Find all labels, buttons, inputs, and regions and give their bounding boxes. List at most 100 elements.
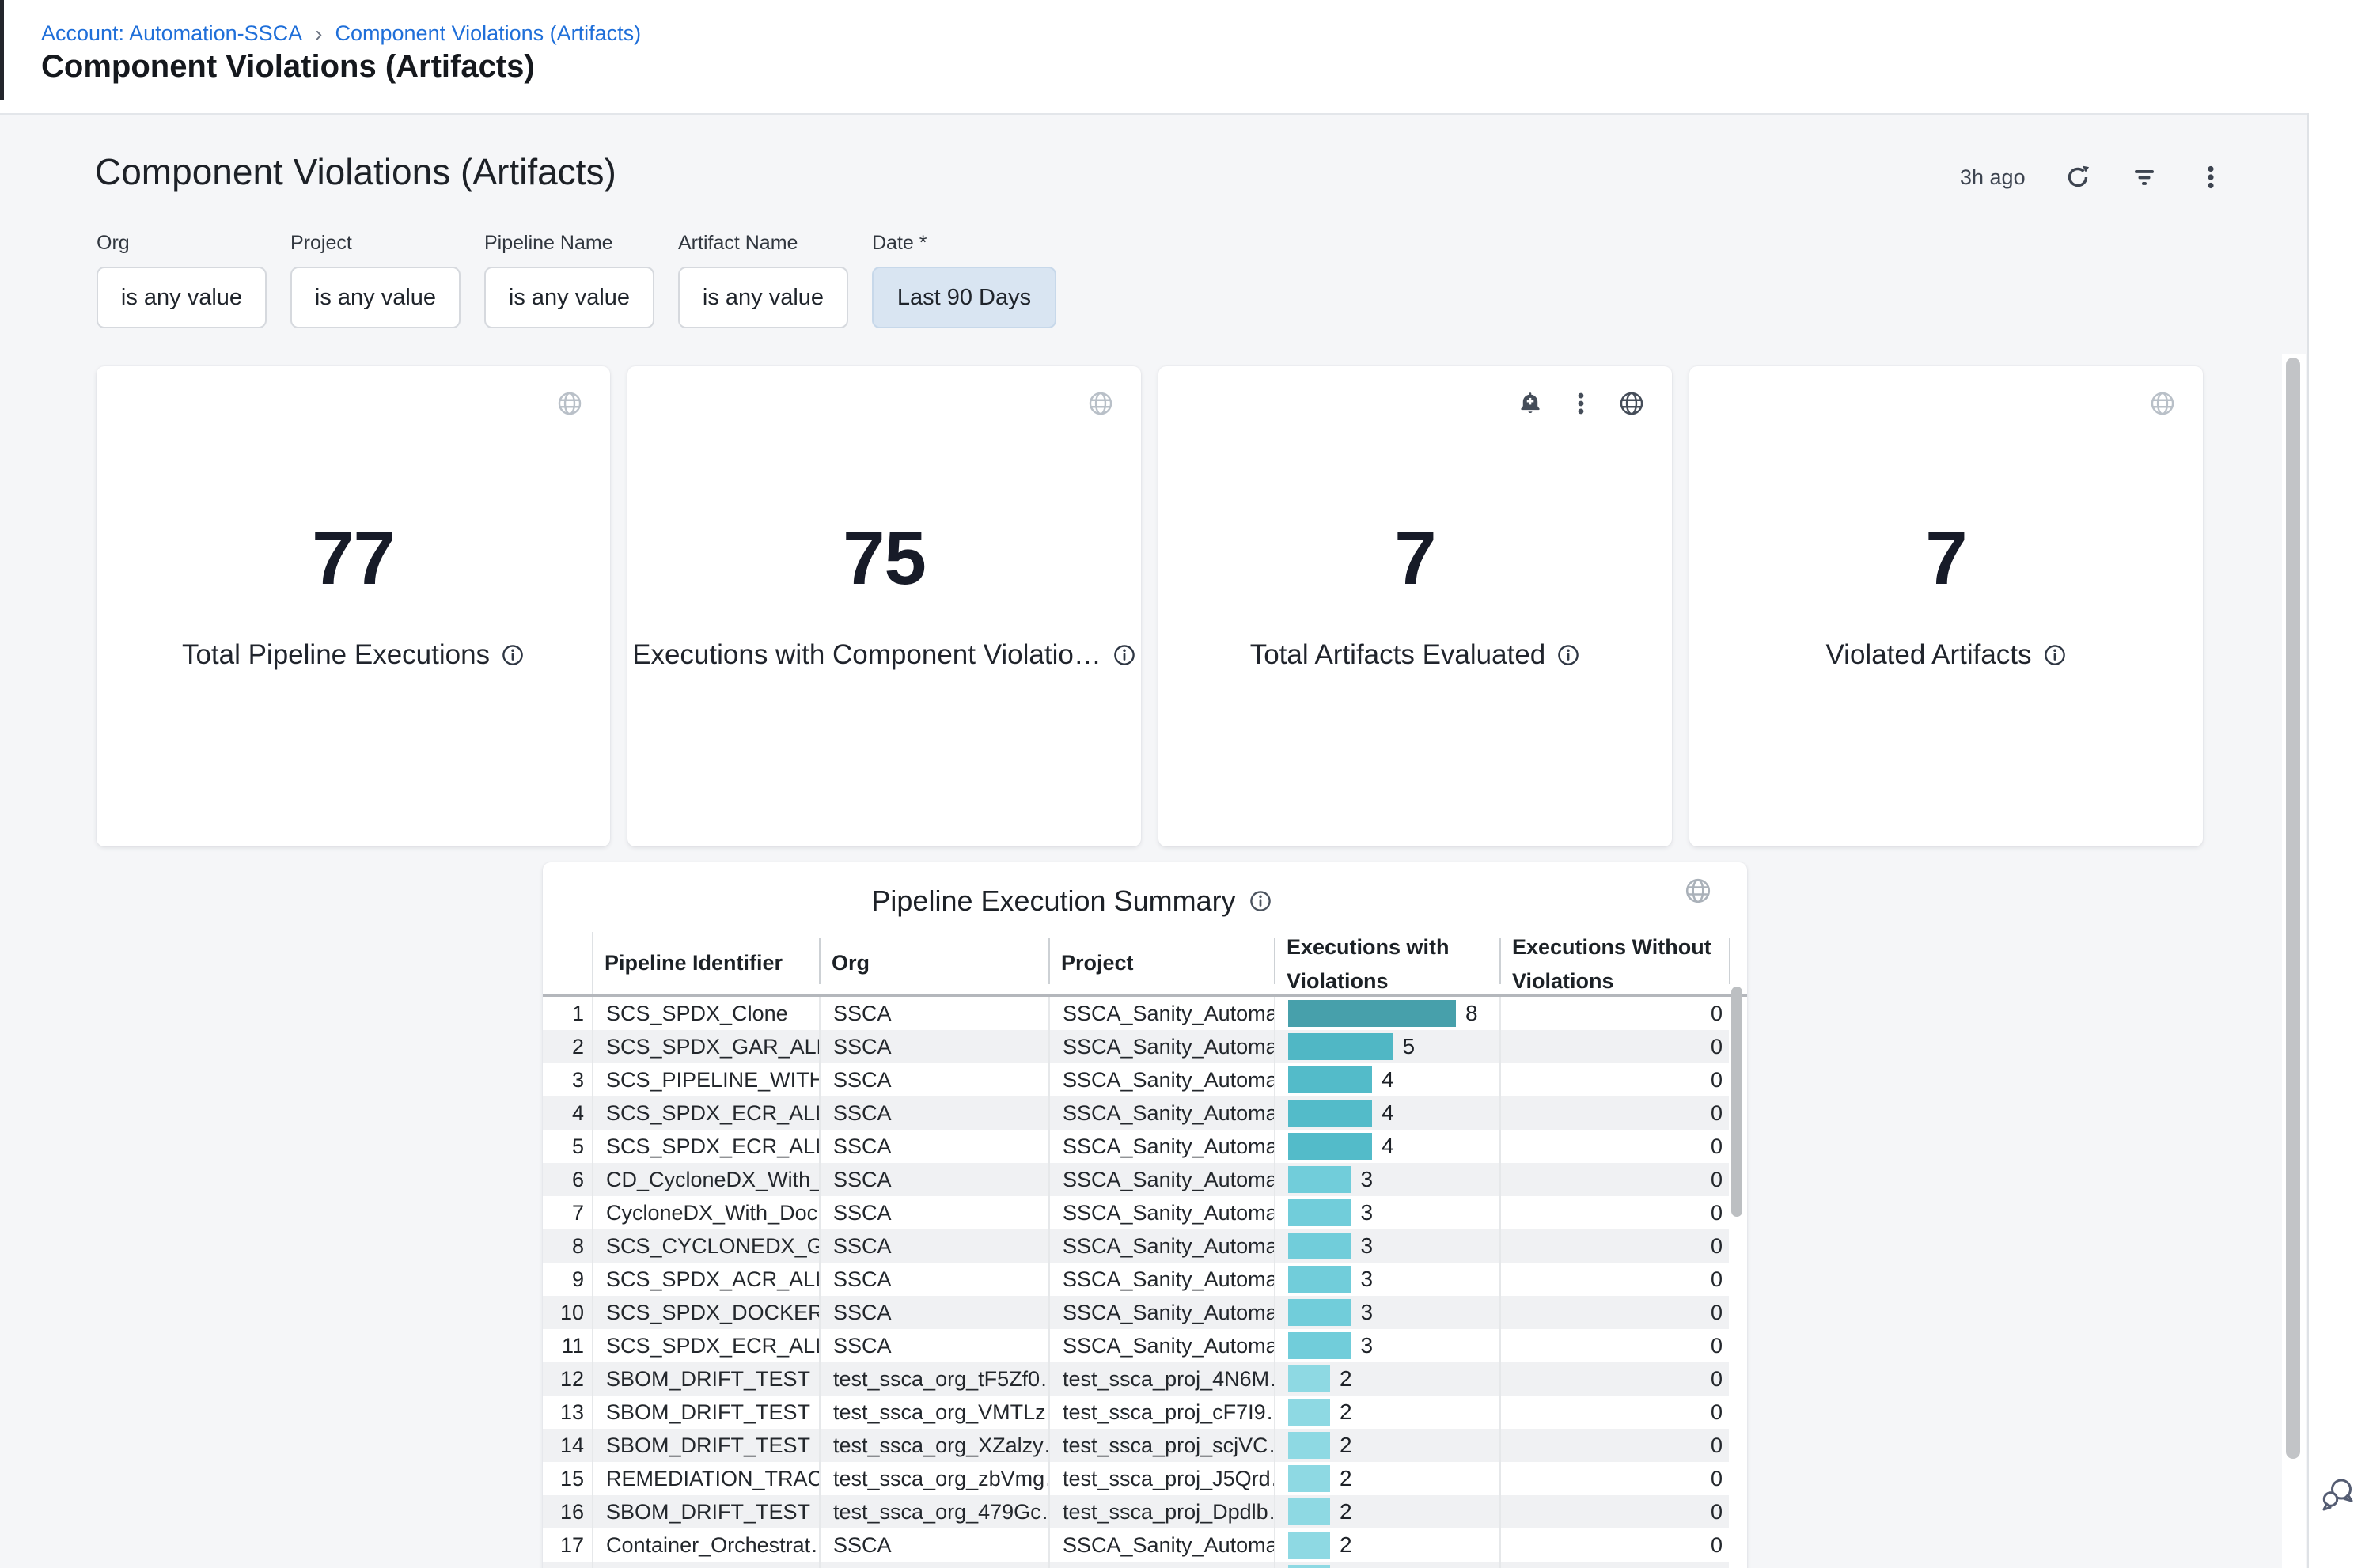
table-row[interactable]: 3 SCS_PIPELINE_WITH… SSCA SSCA_Sanity_Au… [543, 1063, 1729, 1096]
filter-label: Date * [872, 232, 1056, 255]
cell-executions-without-violations: 0 [1499, 1263, 1729, 1296]
breadcrumb-account-link[interactable]: Account: Automation-SSCA [41, 21, 302, 46]
row-index: 5 [543, 1130, 592, 1163]
cell-executions-without-violations: 0 [1499, 1429, 1729, 1462]
info-icon[interactable] [1556, 643, 1580, 667]
table-row[interactable]: 9 SCS_SPDX_ACR_ALL… SSCA SSCA_Sanity_Aut… [543, 1263, 1729, 1296]
cell-org: SSCA [819, 1263, 1048, 1296]
kpi-card-executions-with-component-violations: 75 Executions with Component Violatio… [627, 366, 1141, 846]
cell-pipeline-identifier: SBOM_DRIFT_TEST [592, 1429, 819, 1462]
cell-pipeline-identifier: SCS_SPDX_ECR_ALL_… [592, 1096, 819, 1130]
table-scrollbar[interactable] [1731, 987, 1742, 1217]
row-index: 16 [543, 1495, 592, 1528]
col-executions-without-violations[interactable]: Executions Without Violations [1512, 930, 1711, 998]
cell-executions-with-violations: 3 [1274, 1196, 1499, 1229]
cell-executions-with-violations: 3 [1274, 1329, 1499, 1362]
filter-icon[interactable] [2130, 163, 2159, 191]
chat-icon[interactable] [2318, 1475, 2356, 1513]
kebab-menu-icon[interactable] [1567, 390, 1594, 417]
violations-count: 3 [1361, 1267, 1374, 1292]
violations-bar [1288, 1100, 1372, 1127]
globe-icon[interactable] [556, 390, 583, 417]
info-icon[interactable] [2043, 643, 2067, 667]
violations-count: 2 [1340, 1499, 1352, 1524]
globe-icon[interactable] [1618, 390, 1645, 417]
cell-pipeline-identifier: SCS_SPDX_DOCKER_… [592, 1296, 819, 1329]
globe-icon[interactable] [1087, 390, 1114, 417]
table-row[interactable]: 17 Container_Orchestrat… SSCA SSCA_Sanit… [543, 1528, 1729, 1562]
kpi-label: Executions with Component Violatio… [632, 639, 1101, 671]
kebab-menu-icon[interactable] [2197, 163, 2225, 191]
filter-project-value-button[interactable]: is any value [290, 267, 461, 328]
table-row[interactable]: 5 SCS_SPDX_ECR_ALL_… SSCA SSCA_Sanity_Au… [543, 1130, 1729, 1163]
filter-artifact-name-value-button[interactable]: is any value [678, 267, 848, 328]
header-separator [1274, 938, 1275, 984]
table-row[interactable]: 2 [543, 1562, 1729, 1568]
cell-org: SSCA [819, 1096, 1048, 1130]
col-org[interactable]: Org [832, 946, 870, 980]
dashboard-title: Component Violations (Artifacts) [95, 150, 616, 193]
cell-executions-without-violations: 0 [1499, 1196, 1729, 1229]
cell-pipeline-identifier: SBOM_DRIFT_TEST [592, 1495, 819, 1528]
violations-bar [1288, 1233, 1351, 1259]
violations-count: 2 [1340, 1532, 1352, 1558]
header-separator [819, 938, 821, 984]
filter-date-value-button[interactable]: Last 90 Days [872, 267, 1056, 328]
cell-executions-without-violations: 0 [1499, 1163, 1729, 1196]
cell-project: SSCA_Sanity_Automa… [1048, 1096, 1274, 1130]
cell-executions-with-violations: 8 [1274, 997, 1499, 1030]
filter-label: Project [290, 232, 461, 255]
cell-executions-with-violations: 2 [1274, 1429, 1499, 1462]
table-row[interactable]: 16 SBOM_DRIFT_TEST test_ssca_org_479Gc… … [543, 1495, 1729, 1528]
refresh-icon[interactable] [2064, 163, 2092, 191]
kpi-card-total-artifacts-evaluated: 7 Total Artifacts Evaluated [1158, 366, 1672, 846]
info-icon[interactable] [501, 643, 525, 667]
table-row[interactable]: 2 SCS_SPDX_GAR_ALL… SSCA SSCA_Sanity_Aut… [543, 1030, 1729, 1063]
cell-pipeline-identifier: SCS_SPDX_Clone [592, 997, 819, 1030]
table-row[interactable]: 12 SBOM_DRIFT_TEST test_ssca_org_tF5Zf0…… [543, 1362, 1729, 1396]
filter-pipeline-name-value-button[interactable]: is any value [484, 267, 654, 328]
violations-count: 3 [1361, 1333, 1374, 1358]
violations-count: 3 [1361, 1200, 1374, 1225]
info-icon[interactable] [1112, 643, 1136, 667]
panel-title-row: Pipeline Execution Summary [543, 884, 1601, 918]
cell-executions-without-violations: 0 [1499, 1229, 1729, 1263]
breadcrumb-page-link[interactable]: Component Violations (Artifacts) [335, 21, 642, 46]
filter-bar: Org is any value Project is any value Pi… [97, 232, 1056, 328]
violations-bar [1288, 1565, 1330, 1568]
cell-project: test_ssca_proj_Dpdlb… [1048, 1495, 1274, 1528]
violations-bar [1288, 1033, 1393, 1060]
filter-org: Org is any value [97, 232, 267, 328]
filter-date: Date * Last 90 Days [872, 232, 1056, 328]
col-project[interactable]: Project [1061, 946, 1134, 980]
table-row[interactable]: 6 CD_CycloneDX_With_… SSCA SSCA_Sanity_A… [543, 1163, 1729, 1196]
cell-executions-with-violations: 3 [1274, 1229, 1499, 1263]
globe-icon[interactable] [1684, 877, 1712, 905]
table-row[interactable]: 4 SCS_SPDX_ECR_ALL_… SSCA SSCA_Sanity_Au… [543, 1096, 1729, 1130]
filter-org-value-button[interactable]: is any value [97, 267, 267, 328]
table-row[interactable]: 15 REMEDIATION_TRAC… test_ssca_org_zbVmg… [543, 1462, 1729, 1495]
cell-org: test_ssca_org_zbVmg… [819, 1462, 1048, 1495]
col-executions-with-violations[interactable]: Executions with Violations [1287, 930, 1450, 998]
info-icon[interactable] [1249, 889, 1272, 913]
cell-org: SSCA [819, 1196, 1048, 1229]
table-row[interactable]: 14 SBOM_DRIFT_TEST test_ssca_org_XZalzy…… [543, 1429, 1729, 1462]
cell-pipeline-identifier: SCS_SPDX_ECR_ALL_… [592, 1329, 819, 1362]
table-row[interactable]: 11 SCS_SPDX_ECR_ALL_… SSCA SSCA_Sanity_A… [543, 1329, 1729, 1362]
bell-plus-icon[interactable] [1517, 390, 1544, 417]
table-row[interactable]: 7 CycloneDX_With_Doc… SSCA SSCA_Sanity_A… [543, 1196, 1729, 1229]
globe-icon[interactable] [2149, 390, 2176, 417]
cell-executions-without-violations: 0 [1499, 1063, 1729, 1096]
table-row[interactable]: 13 SBOM_DRIFT_TEST test_ssca_org_VMTLz… … [543, 1396, 1729, 1429]
page-scrollbar[interactable] [2286, 358, 2300, 1459]
cell-executions-without-violations: 0 [1499, 1462, 1729, 1495]
cell-project: SSCA_Sanity_Automa… [1048, 1196, 1274, 1229]
table-row[interactable]: 1 SCS_SPDX_Clone SSCA SSCA_Sanity_Automa… [543, 997, 1729, 1030]
filter-label: Pipeline Name [484, 232, 654, 255]
row-index: 14 [543, 1429, 592, 1462]
col-pipeline-identifier[interactable]: Pipeline Identifier [605, 946, 783, 980]
table-row[interactable]: 8 SCS_CYCLONEDX_GA… SSCA SSCA_Sanity_Aut… [543, 1229, 1729, 1263]
cell-project: SSCA_Sanity_Automa… [1048, 1263, 1274, 1296]
table-row[interactable]: 10 SCS_SPDX_DOCKER_… SSCA SSCA_Sanity_Au… [543, 1296, 1729, 1329]
cell-pipeline-identifier: Container_Orchestrat… [592, 1528, 819, 1562]
